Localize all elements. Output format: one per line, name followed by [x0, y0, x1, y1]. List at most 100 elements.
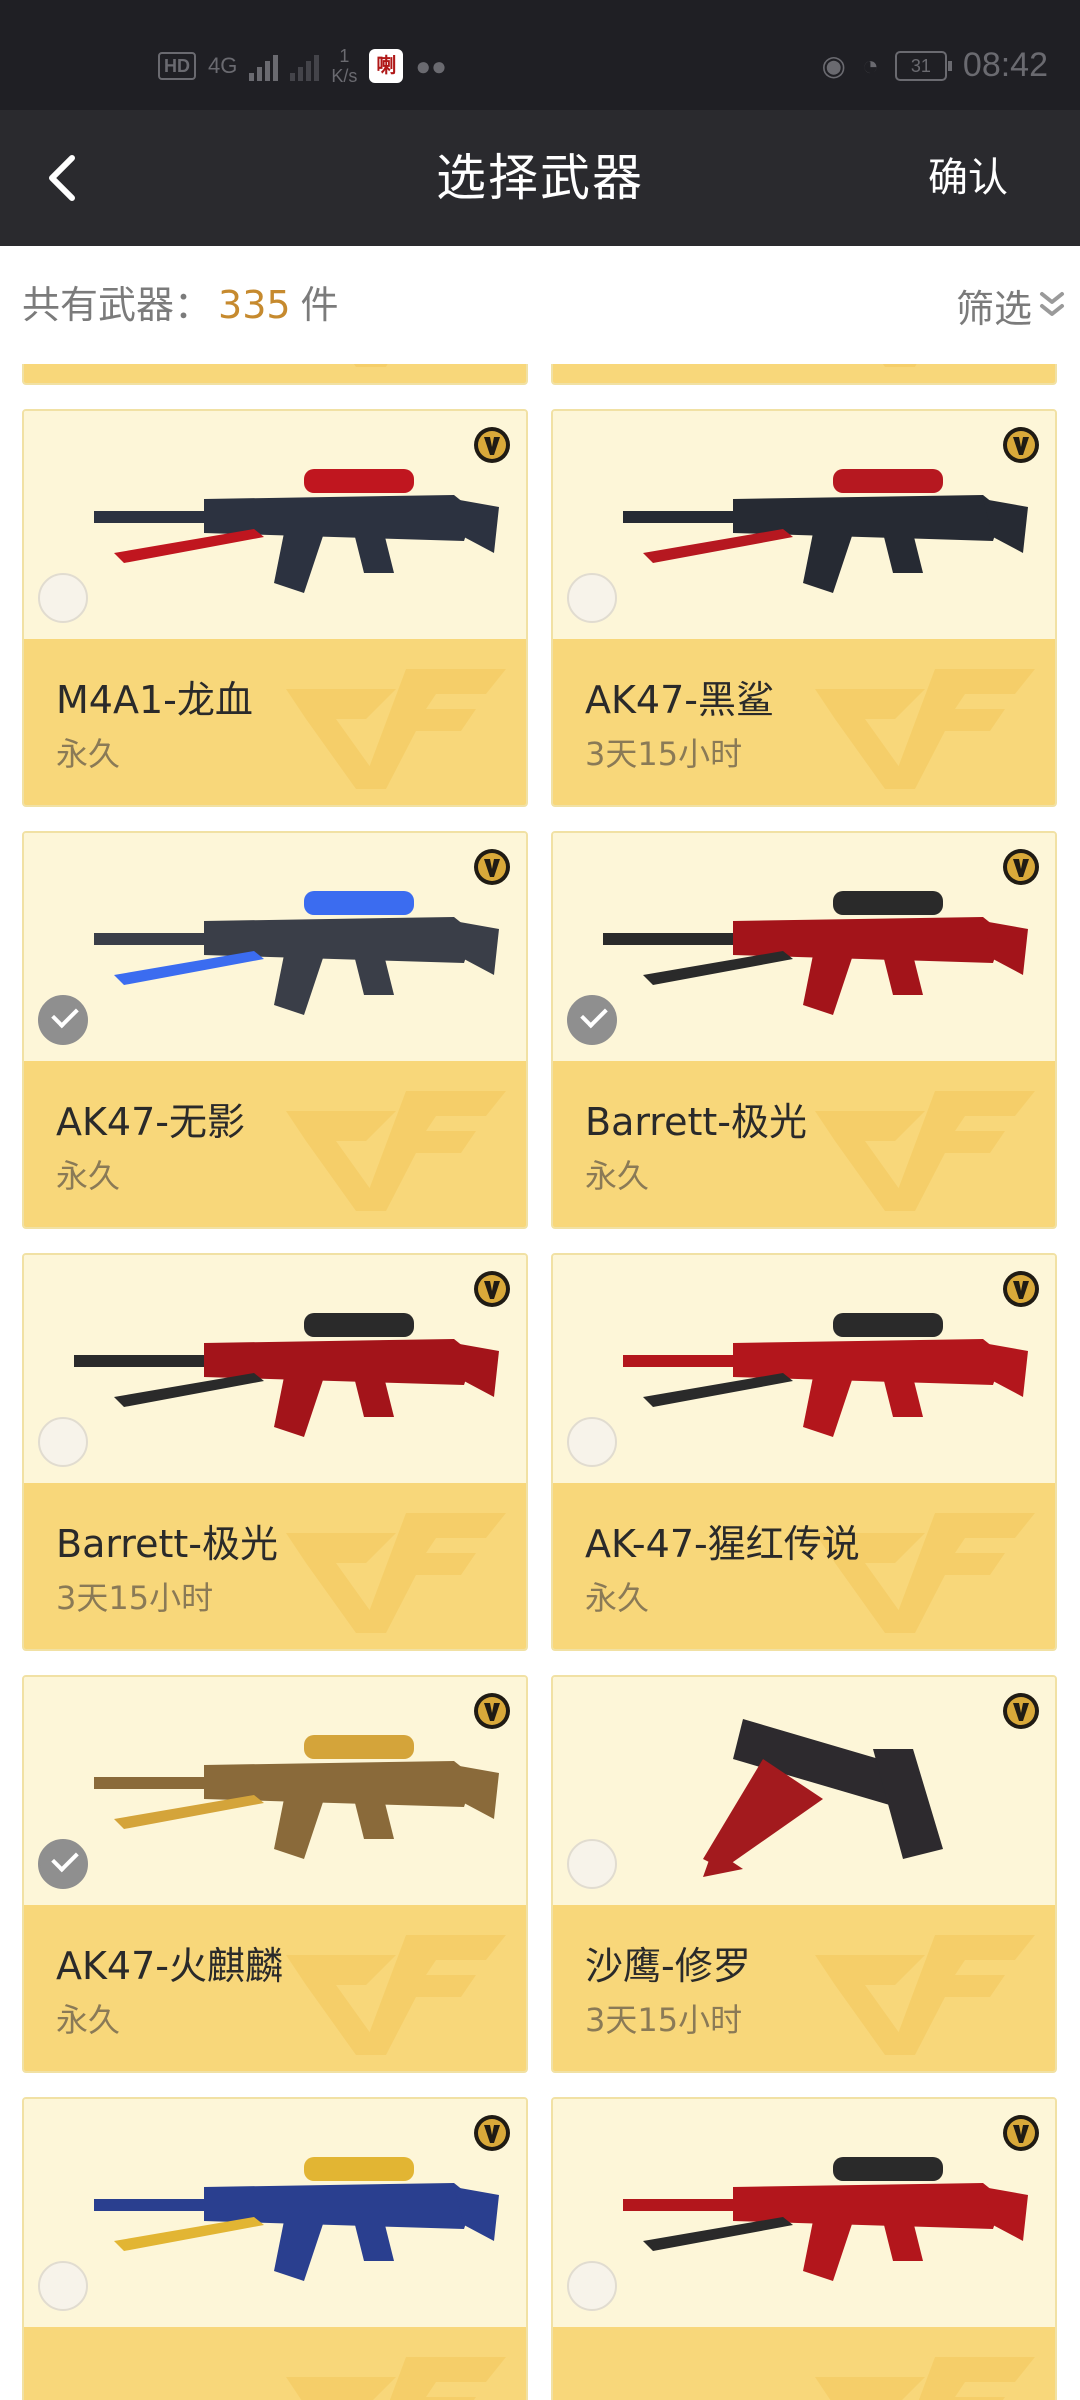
eye-icon: ◉: [821, 50, 846, 81]
vip-badge-icon: [1003, 1693, 1039, 1729]
weapon-card[interactable]: AK-47-猩红传说 永久: [551, 1253, 1057, 1651]
select-checkbox[interactable]: [567, 1417, 617, 1467]
card-info-area: Barrett-极光 永久: [553, 1061, 1055, 1227]
card-image-area: [553, 411, 1055, 639]
battery-icon: 31: [894, 50, 952, 81]
double-chevron-down-icon: [1040, 292, 1064, 316]
card-image-area: [553, 833, 1055, 1061]
vip-badge-icon: [474, 849, 510, 885]
weapon-image: [94, 2157, 499, 2281]
weapon-name: 沙鹰-修罗: [585, 1944, 751, 1988]
weapon-image: [74, 1313, 499, 1437]
select-checkbox[interactable]: [567, 1839, 617, 1889]
weapon-card[interactable]: AK47-无影 永久: [22, 831, 528, 1229]
summary-bar: 共有武器： 335 件 筛选: [0, 246, 1080, 364]
card-info-area: AK47-黑鲨 3天15小时: [553, 639, 1055, 805]
weapon-duration: 永久: [56, 1157, 121, 1195]
weapon-card[interactable]: Barrett-极光 永久: [551, 831, 1057, 1229]
weapon-card[interactable]: 3天15小时: [22, 364, 528, 385]
status-left: HD 4G 1 K/s 喇 ●●: [158, 46, 447, 86]
cf-logo-watermark: [815, 1935, 1035, 2055]
select-checkbox[interactable]: [38, 2261, 88, 2311]
card-info-area: AK-47-猩红传说 永久: [553, 1483, 1055, 1649]
vip-badge-icon: [474, 1271, 510, 1307]
weapon-duration: 永久: [585, 1579, 650, 1617]
weapon-duration: 永久: [56, 735, 121, 773]
weapon-card[interactable]: 沙鹰-修罗 3天15小时: [551, 1675, 1057, 2073]
weapon-image: [94, 1735, 499, 1859]
weapon-count-value: 335: [218, 283, 291, 327]
weapon-image: [603, 891, 1028, 1015]
select-checkbox[interactable]: [567, 2261, 617, 2311]
weapon-duration: 3天15小时: [585, 2001, 743, 2039]
app-notification-icon: 喇: [369, 49, 404, 83]
cf-logo-watermark: [353, 364, 388, 367]
select-checkbox[interactable]: [38, 573, 88, 623]
status-right: ◉ ◔ 31 08:42: [822, 46, 1048, 85]
card-image-area: [24, 1677, 526, 1905]
cf-logo-watermark: [286, 1935, 506, 2055]
weapon-image: [623, 1313, 1028, 1437]
select-checkbox[interactable]: [38, 995, 88, 1045]
card-info-area: 3天15小时: [24, 364, 526, 383]
filter-button[interactable]: 筛选: [956, 246, 1066, 364]
weapon-image: [94, 891, 499, 1015]
clock: 08:42: [962, 46, 1048, 84]
confirm-button[interactable]: 确认: [928, 110, 1008, 246]
card-image-area: [24, 2099, 526, 2327]
cf-logo-watermark: [286, 1513, 506, 1633]
weapon-count-label: 共有武器：: [22, 283, 213, 327]
back-button[interactable]: [36, 148, 96, 208]
weapon-name: AK-47-猩红传说: [585, 1522, 860, 1566]
weapon-card[interactable]: AK47-火麒麟 永久: [22, 1675, 528, 2073]
weapon-card[interactable]: [551, 2097, 1057, 2400]
select-checkbox[interactable]: [567, 995, 617, 1045]
weapon-name: AK47-无影: [56, 1100, 245, 1144]
card-info-area: Barrett-极光 3天15小时: [24, 1483, 526, 1649]
card-image-area: [24, 1255, 526, 1483]
title-bar: 选择武器 确认: [0, 110, 1080, 246]
signal-icon-2: [290, 51, 320, 81]
vip-badge-icon: [474, 427, 510, 463]
vip-badge-icon: [1003, 2115, 1039, 2151]
card-image-area: [553, 1255, 1055, 1483]
weapon-duration: 永久: [585, 1157, 650, 1195]
select-checkbox[interactable]: [567, 573, 617, 623]
weapon-image: [623, 2157, 1028, 2281]
card-info-area: [553, 2327, 1055, 2400]
weapon-card[interactable]: Barrett-极光 3天15小时: [22, 1253, 528, 1651]
weapon-card[interactable]: 3天15小时: [551, 364, 1057, 385]
card-info-area: [24, 2327, 526, 2400]
weapon-name: AK47-火麒麟: [56, 1944, 283, 1988]
weapon-card[interactable]: [22, 2097, 528, 2400]
vip-badge-icon: [1003, 1271, 1039, 1307]
vip-badge-icon: [1003, 427, 1039, 463]
cf-logo-watermark: [286, 2357, 506, 2400]
signal-icon: [249, 51, 279, 81]
vip-badge-icon: [1003, 849, 1039, 885]
weapon-name: Barrett-极光: [56, 1522, 278, 1566]
card-info-area: AK47-无影 永久: [24, 1061, 526, 1227]
speed-icon: ◔: [861, 49, 879, 81]
network-type: 4G: [208, 53, 238, 78]
select-checkbox[interactable]: [38, 1417, 88, 1467]
cf-logo-watermark: [815, 669, 1035, 789]
weapon-duration: 3天15小时: [585, 735, 743, 773]
vip-badge-icon: [474, 2115, 510, 2151]
weapon-card[interactable]: M4A1-龙血 永久: [22, 409, 528, 807]
weapon-card[interactable]: AK47-黑鲨 3天15小时: [551, 409, 1057, 807]
cf-logo-watermark: [815, 2357, 1035, 2400]
weapon-name: M4A1-龙血: [56, 678, 253, 722]
cf-logo-watermark: [286, 669, 506, 789]
page-title: 选择武器: [436, 149, 644, 207]
card-info-area: M4A1-龙血 永久: [24, 639, 526, 805]
select-checkbox[interactable]: [38, 1839, 88, 1889]
weapon-duration: 永久: [56, 2001, 121, 2039]
weapon-count-unit: 件: [300, 283, 339, 327]
vip-badge-icon: [474, 1693, 510, 1729]
card-image-area: [24, 833, 526, 1061]
card-info-area: AK47-火麒麟 永久: [24, 1905, 526, 2071]
weapon-image: [94, 469, 499, 593]
net-rate-unit: K/s: [331, 66, 358, 86]
weapon-name: Barrett-极光: [585, 1100, 807, 1144]
